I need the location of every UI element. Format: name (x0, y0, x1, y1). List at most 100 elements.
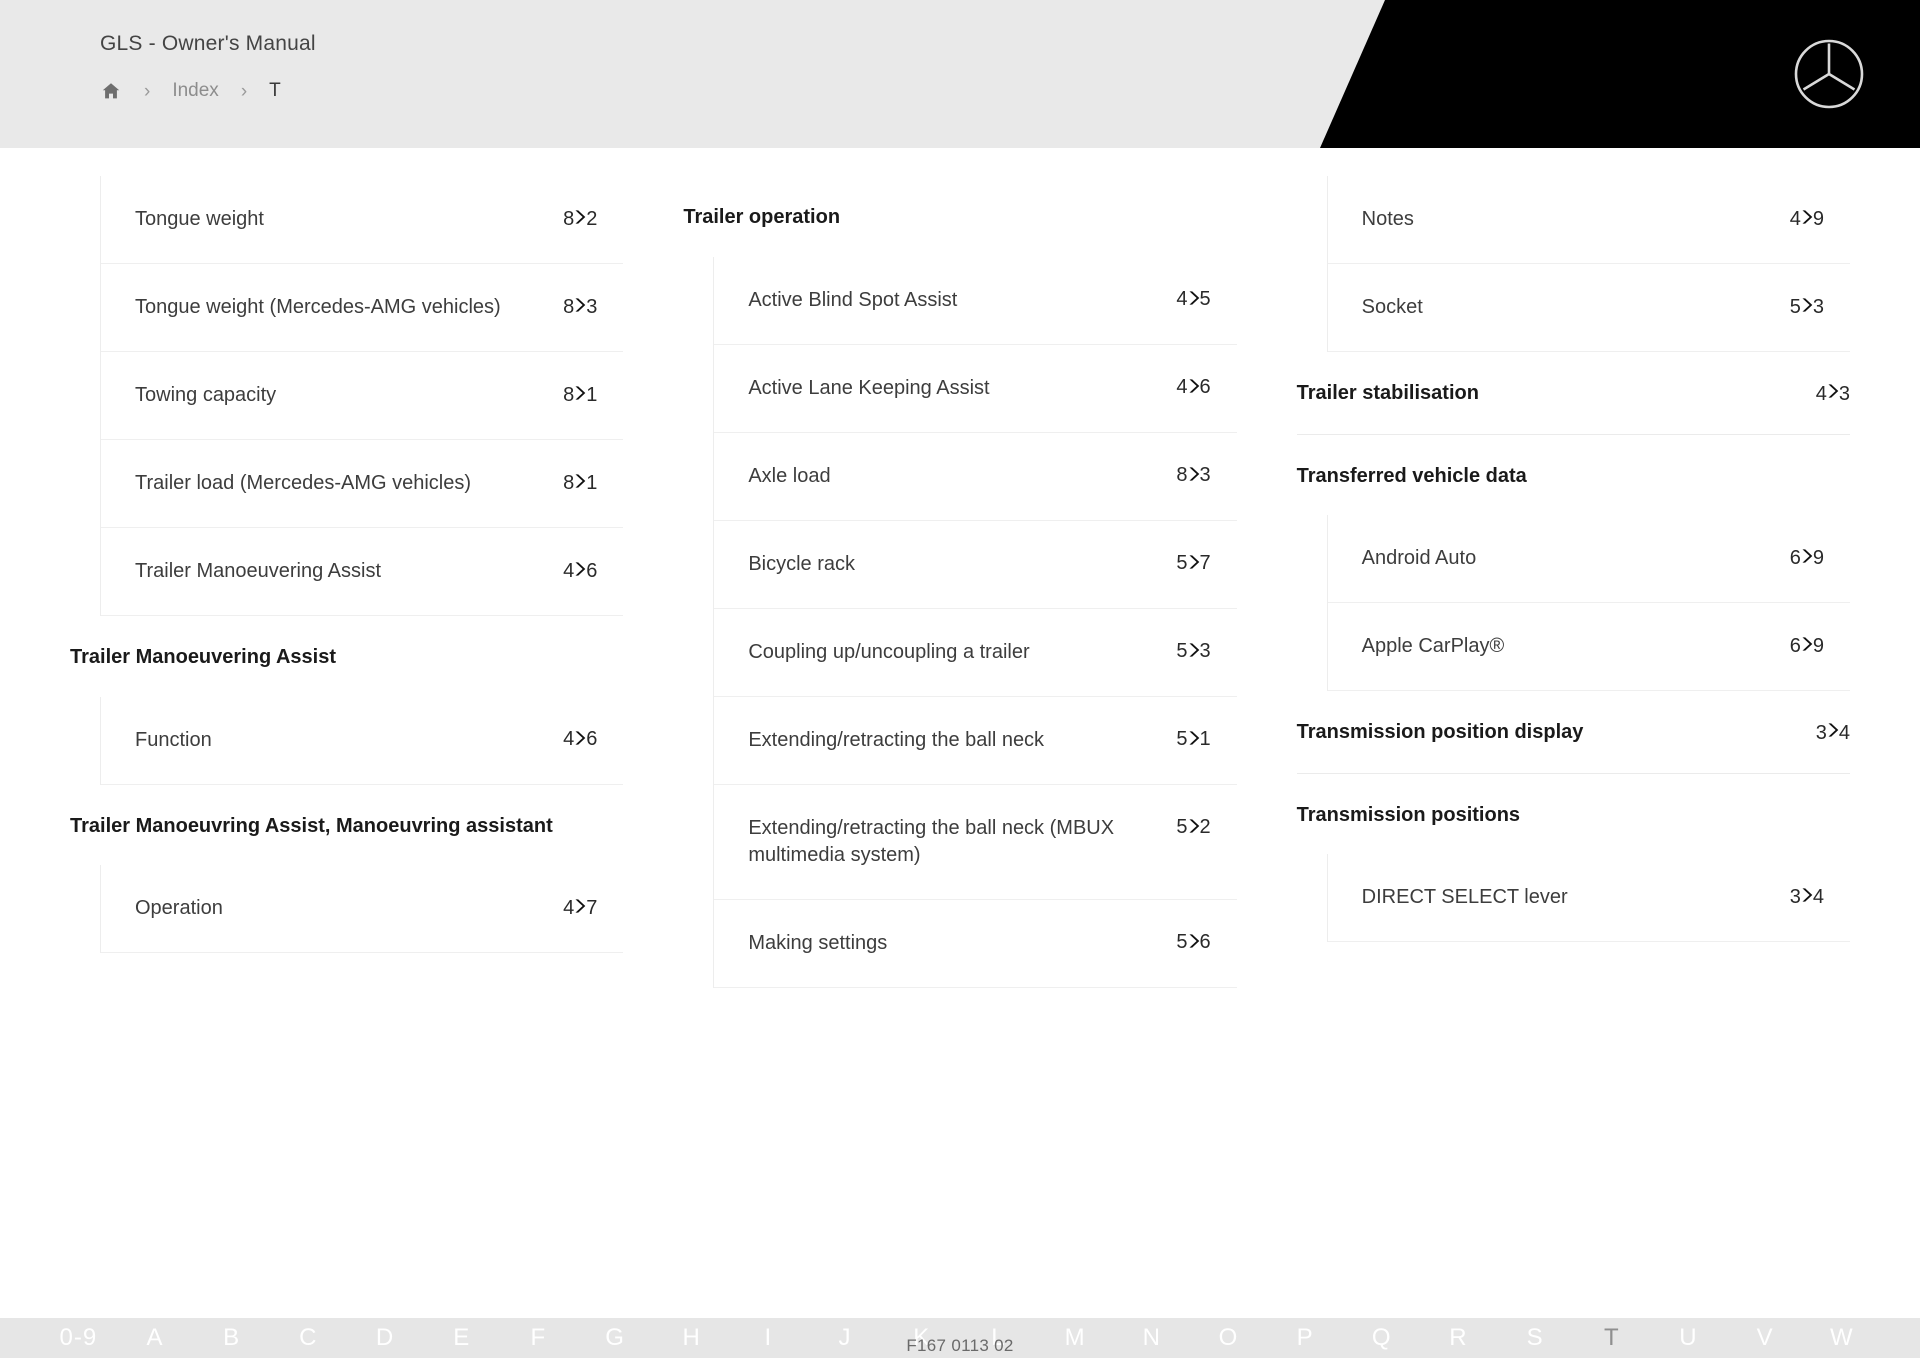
index-entry-pageref[interactable]: 45 (1176, 287, 1210, 313)
index-group-heading[interactable]: Transmission position display 3 4 (1296, 691, 1850, 774)
index-entry-pageref[interactable]: 53 (1176, 639, 1210, 665)
index-group-heading-label: Transmission positions (1296, 803, 1521, 826)
breadcrumb-separator-2: › (240, 80, 248, 102)
index-group-heading: Trailer operation (683, 176, 1236, 257)
index-entry[interactable]: Android Auto 6 9 (1327, 515, 1850, 604)
chevron-right-icon (570, 728, 590, 754)
index-entry-pageref[interactable]: 34 (1790, 884, 1824, 910)
chevron-right-icon (1797, 546, 1817, 572)
page-header: GLS - Owner's Manual › Index › T (0, 0, 1920, 148)
chevron-right-icon (1184, 728, 1204, 754)
index-entry-pageref[interactable]: 46 (563, 558, 597, 584)
index-entry-pageref[interactable]: 46 (563, 727, 597, 753)
index-entry-pageref[interactable]: 47 (563, 895, 597, 921)
index-entry-list: Operation 4 7 (100, 865, 624, 954)
alphabet-nav-bar: 0-9 A B C D E F G H I J K L M N O P Q R S T U V W F167 0113 02 (0, 1318, 1920, 1358)
index-entry[interactable]: Extending/retracting the ball neck 5 1 (714, 697, 1237, 785)
index-entry-list: DIRECT SELECT lever 3 4 (1326, 854, 1850, 943)
document-code: F167 0113 02 (906, 1336, 1014, 1355)
chevron-right-icon (1797, 885, 1817, 911)
index-entry-pageref[interactable]: 46 (1176, 375, 1210, 401)
breadcrumb-item-index[interactable]: Index (172, 80, 218, 102)
home-icon[interactable] (100, 80, 122, 102)
index-column-1: Tongue weight 8 2 Tongue weight (Mercedes-A… (70, 176, 624, 988)
index-entry[interactable]: Notes 4 9 (1327, 176, 1850, 264)
index-content: Tongue weight 8 2 Tongue weight (Mercedes-A… (0, 148, 1920, 1318)
index-entry-label: Bicycle rack (748, 552, 856, 575)
index-group-heading: Transferred vehicle data (1297, 435, 1850, 516)
index-entry[interactable]: Coupling up/uncoupling a trailer 5 3 (714, 609, 1237, 697)
index-entry[interactable]: Towing capacity 8 1 (101, 352, 624, 440)
index-entry[interactable]: Socket 5 3 (1327, 264, 1850, 352)
index-group-heading-pageref[interactable]: 34 (1816, 719, 1850, 747)
index-group-heading: Transmission positions (1297, 774, 1850, 855)
index-entry-label: Socket (1361, 296, 1423, 318)
index-entry-pageref[interactable]: 81 (563, 470, 597, 496)
breadcrumb-separator-1: › (144, 80, 151, 102)
chevron-right-icon (570, 207, 590, 233)
index-group-heading-label: Trailer Manoeuvring Assist, Manoeuvring … (70, 814, 553, 837)
index-entry-label: DIRECT SELECT lever (1361, 886, 1568, 909)
chevron-right-icon (570, 471, 590, 497)
page-title: GLS - Owner's Manual (100, 32, 316, 55)
index-entry-label: Apple CarPlay® (1361, 635, 1505, 658)
index-entry-label: Android Auto (1361, 547, 1477, 570)
chevron-right-icon (1184, 816, 1204, 842)
index-entry-pageref[interactable]: 52 (1176, 815, 1210, 841)
index-entry[interactable]: Active Lane Keeping Assist 4 6 (714, 345, 1237, 433)
index-entry[interactable]: Trailer Manoeuvering Assist 4 6 (101, 528, 624, 616)
chevron-right-icon (1184, 552, 1204, 578)
chevron-right-icon (570, 295, 590, 321)
chevron-right-icon (1823, 720, 1843, 748)
index-entry-label: Extending/retracting the ball neck (748, 728, 1045, 751)
index-entry[interactable]: Bicycle rack 5 7 (714, 521, 1237, 609)
index-entry[interactable]: Active Blind Spot Assist 4 5 (714, 257, 1237, 345)
index-group-heading: Trailer Manoeuvring Assist, Manoeuvring … (70, 785, 623, 866)
chevron-right-icon (570, 896, 590, 922)
index-entry-label: Extending/retracting the ball neck (MBUX… (748, 816, 1115, 866)
index-entry-label: Tongue weight (135, 208, 264, 230)
index-entry[interactable]: DIRECT SELECT lever 3 4 (1327, 854, 1850, 943)
index-entry-pageref[interactable]: 53 (1790, 294, 1824, 320)
index-group-heading-pageref[interactable]: 43 (1816, 380, 1850, 408)
header-title-block: GLS - Owner's Manual › Index › T (100, 32, 316, 102)
index-group-heading-label: Trailer Manoeuvering Assist (70, 646, 337, 668)
index-entry-pageref[interactable]: 83 (563, 294, 597, 320)
chevron-right-icon (570, 559, 590, 585)
index-entry[interactable]: Extending/retracting the ball neck (MBUX… (714, 785, 1237, 900)
index-entry-pageref[interactable]: 81 (563, 382, 597, 408)
index-entry[interactable]: Tongue weight 8 2 (101, 176, 624, 264)
index-entry[interactable]: Operation 4 7 (101, 865, 624, 954)
index-entry-pageref[interactable]: 56 (1176, 930, 1210, 956)
index-entry-pageref[interactable]: 82 (563, 206, 597, 232)
index-column-3: Notes 4 9 Socket 5 3 Trailer stabilisation 4 3 Tr… (1296, 176, 1850, 988)
index-entry-pageref[interactable]: 51 (1176, 727, 1210, 753)
index-group-heading[interactable]: Trailer stabilisation 4 3 (1296, 352, 1850, 435)
index-entry-list: Android Auto 6 9 Apple CarPlay® 6 9 (1326, 515, 1850, 692)
index-entry-pageref[interactable]: 57 (1176, 551, 1210, 577)
chevron-right-icon (570, 383, 590, 409)
index-entry[interactable]: Tongue weight (Mercedes-AMG vehicles) 8 3 (101, 264, 624, 352)
chevron-right-icon (1797, 634, 1817, 660)
chevron-right-icon (1184, 931, 1204, 957)
index-entry-pageref[interactable]: 69 (1790, 545, 1824, 571)
index-entry[interactable]: Making settings 5 6 (714, 900, 1237, 988)
mercedes-benz-star-logo (1792, 37, 1866, 111)
index-entry-pageref[interactable]: 83 (1176, 463, 1210, 489)
index-entry[interactable]: Function 4 6 (101, 697, 624, 785)
chevron-right-icon (1184, 376, 1204, 402)
index-group-heading-label: Trailer stabilisation (1296, 382, 1479, 404)
index-entry-pageref[interactable]: 49 (1790, 206, 1824, 232)
index-entry[interactable]: Trailer load (Mercedes-AMG vehicles) 8 1 (101, 440, 624, 528)
index-entry-label: Function (135, 728, 212, 751)
index-entry-label: Tongue weight (Mercedes-AMG vehicles) (135, 296, 501, 318)
index-entry-pageref[interactable]: 69 (1790, 633, 1824, 659)
index-column-2: Trailer operation Active Blind Spot Assis… (683, 176, 1237, 988)
chevron-right-icon (1184, 464, 1204, 490)
breadcrumb: › Index › T (100, 80, 316, 102)
index-entry-label: Towing capacity (135, 384, 277, 406)
index-entry-list: Active Blind Spot Assist 4 5 Active Lane Ke… (713, 256, 1237, 988)
index-entry[interactable]: Axle load 8 3 (714, 433, 1237, 521)
index-entry[interactable]: Apple CarPlay® 6 9 (1327, 603, 1850, 692)
index-entry-list: Tongue weight 8 2 Tongue weight (Mercedes-A… (100, 176, 624, 616)
